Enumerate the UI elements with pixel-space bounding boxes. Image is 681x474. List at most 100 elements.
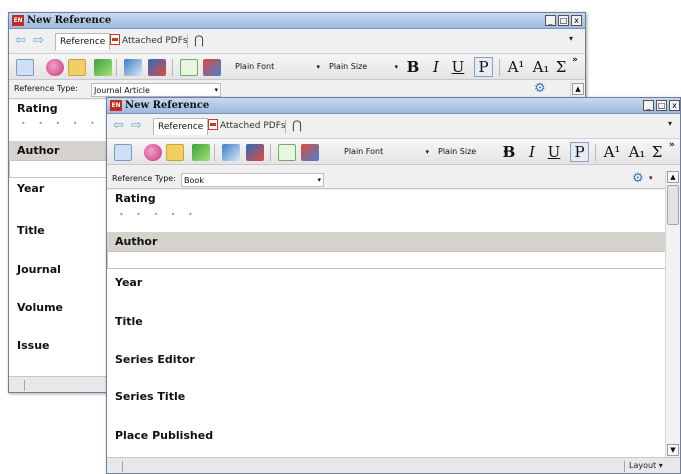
superscript-button[interactable]: A¹ bbox=[505, 58, 527, 76]
font-dropdown-icon: ▾ bbox=[316, 63, 320, 71]
scroll-thumb[interactable] bbox=[667, 185, 679, 225]
worksheet-icon[interactable] bbox=[180, 59, 198, 76]
superscript-button[interactable]: A¹ bbox=[601, 143, 623, 161]
status-separator bbox=[624, 461, 625, 472]
nav-menu-dropdown-icon[interactable]: ▾ bbox=[569, 34, 573, 43]
size-select[interactable]: Plain Size ▾ bbox=[435, 144, 509, 160]
bold-button[interactable]: B bbox=[406, 58, 420, 76]
font-select[interactable]: Plain Font ▾ bbox=[232, 59, 322, 75]
field-label-author: Author bbox=[17, 144, 60, 157]
sync-icon[interactable] bbox=[114, 144, 132, 161]
subscript-button[interactable]: A₁ bbox=[626, 143, 648, 161]
format-bibliography-icon[interactable] bbox=[148, 59, 166, 76]
online-search-icon[interactable] bbox=[144, 144, 162, 161]
scroll-down-button[interactable]: ▼ bbox=[667, 444, 679, 456]
font-select[interactable]: Plain Font ▾ bbox=[341, 144, 431, 160]
size-select[interactable]: Plain Size ▾ bbox=[326, 59, 400, 75]
field-label-place-published: Place Published bbox=[115, 429, 214, 442]
minimize-button[interactable]: _ bbox=[643, 100, 654, 111]
back-arrow-icon[interactable]: ⇦ bbox=[113, 119, 124, 132]
toolbar-overflow-button[interactable]: » bbox=[669, 140, 675, 150]
sync-icon[interactable] bbox=[16, 59, 34, 76]
reference-type-label: Reference Type: bbox=[14, 84, 78, 93]
toolbar-separator bbox=[595, 144, 596, 161]
gear-icon[interactable]: ⚙ bbox=[632, 172, 644, 186]
field-label-series-title: Series Title bbox=[115, 390, 186, 403]
tab-reference[interactable]: Reference bbox=[153, 118, 209, 135]
edit-icon[interactable] bbox=[203, 59, 221, 76]
toolbar-overflow-button[interactable]: » bbox=[572, 55, 578, 65]
rating-stars[interactable]: • • • • • bbox=[119, 210, 198, 219]
plain-text-button[interactable]: P bbox=[474, 57, 493, 77]
underline-button[interactable]: U bbox=[547, 143, 561, 161]
reference-type-dropdown-icon: ▾ bbox=[214, 86, 218, 94]
maximize-button[interactable]: □ bbox=[656, 100, 667, 111]
nav-separator bbox=[187, 35, 188, 48]
symbol-button[interactable]: Σ bbox=[650, 143, 664, 161]
pdf-icon bbox=[208, 119, 218, 130]
reference-type-dropdown-icon: ▾ bbox=[317, 176, 321, 184]
tab-reference[interactable]: Reference bbox=[55, 33, 111, 50]
paperclip-icon[interactable]: ⋂ bbox=[194, 33, 204, 47]
close-button[interactable]: x bbox=[571, 15, 582, 26]
nav-menu-dropdown-icon[interactable]: ▾ bbox=[668, 119, 672, 128]
field-label-rating: Rating bbox=[115, 192, 156, 205]
open-folder-icon[interactable] bbox=[68, 59, 86, 76]
field-label-year: Year bbox=[17, 182, 45, 195]
author-input[interactable] bbox=[107, 251, 666, 269]
front-window-titlebar[interactable]: EN New Reference _ □ x bbox=[107, 98, 680, 114]
maximize-button[interactable]: □ bbox=[558, 15, 569, 26]
plain-text-button[interactable]: P bbox=[570, 142, 589, 162]
reference-type-value: Journal Article bbox=[94, 86, 150, 95]
insert-citation-icon[interactable] bbox=[124, 59, 142, 76]
front-reference-type-bar: Reference Type: Book ▾ ⚙ ▾ bbox=[107, 171, 680, 189]
forward-arrow-icon[interactable]: ⇨ bbox=[33, 34, 44, 47]
subscript-button[interactable]: A₁ bbox=[530, 58, 552, 76]
underline-button[interactable]: U bbox=[451, 58, 465, 76]
back-window-title: New Reference bbox=[27, 15, 112, 26]
bold-button[interactable]: B bbox=[502, 143, 516, 161]
field-label-issue: Issue bbox=[17, 339, 50, 352]
field-label-title: Title bbox=[115, 315, 143, 328]
scroll-up-button[interactable]: ▲ bbox=[572, 83, 584, 95]
front-window-title: New Reference bbox=[125, 100, 210, 111]
spell-check-icon[interactable] bbox=[94, 59, 112, 76]
tab-attached-pdfs[interactable]: Attached PDFs bbox=[106, 33, 192, 50]
italic-button[interactable]: I bbox=[429, 58, 443, 76]
nav-separator bbox=[285, 120, 286, 133]
field-label-author: Author bbox=[115, 235, 158, 248]
worksheet-icon[interactable] bbox=[278, 144, 296, 161]
rating-stars[interactable]: • • • • • bbox=[21, 119, 100, 128]
back-window-titlebar[interactable]: EN New Reference _ □ x bbox=[9, 13, 585, 29]
tab-attached-pdfs[interactable]: Attached PDFs bbox=[204, 118, 290, 135]
gear-icon[interactable]: ⚙ bbox=[534, 82, 546, 96]
endnote-app-icon: EN bbox=[12, 15, 24, 26]
front-vertical-scrollbar[interactable]: ▲ ▼ bbox=[665, 171, 680, 457]
status-separator bbox=[24, 380, 25, 391]
edit-icon[interactable] bbox=[301, 144, 319, 161]
reference-type-value: Book bbox=[184, 176, 204, 185]
size-select-value: Plain Size bbox=[329, 62, 368, 71]
symbol-button[interactable]: Σ bbox=[554, 58, 568, 76]
back-window-toolbar: Plain Font ▾ Plain Size ▾ B I U P A¹ A₁ Σ … bbox=[9, 53, 585, 80]
insert-citation-icon[interactable] bbox=[222, 144, 240, 161]
toolbar-separator bbox=[214, 144, 215, 161]
close-button[interactable]: x bbox=[669, 100, 680, 111]
gear-dropdown-icon[interactable]: ▾ bbox=[649, 174, 653, 182]
reference-type-select[interactable]: Book ▾ bbox=[181, 173, 324, 187]
minimize-button[interactable]: _ bbox=[545, 15, 556, 26]
font-select-value: Plain Font bbox=[344, 147, 384, 156]
scroll-up-button[interactable]: ▲ bbox=[667, 171, 679, 183]
font-select-value: Plain Font bbox=[235, 62, 275, 71]
online-search-icon[interactable] bbox=[46, 59, 64, 76]
forward-arrow-icon[interactable]: ⇨ bbox=[131, 119, 142, 132]
format-bibliography-icon[interactable] bbox=[246, 144, 264, 161]
back-arrow-icon[interactable]: ⇦ bbox=[15, 34, 26, 47]
open-folder-icon[interactable] bbox=[166, 144, 184, 161]
spell-check-icon[interactable] bbox=[192, 144, 210, 161]
tab-attached-pdfs-label: Attached PDFs bbox=[122, 36, 188, 46]
italic-button[interactable]: I bbox=[525, 143, 539, 161]
paperclip-icon[interactable]: ⋂ bbox=[292, 118, 302, 132]
reference-type-select[interactable]: Journal Article ▾ bbox=[91, 83, 221, 97]
layout-menu-button[interactable]: Layout ▾ bbox=[629, 461, 663, 470]
